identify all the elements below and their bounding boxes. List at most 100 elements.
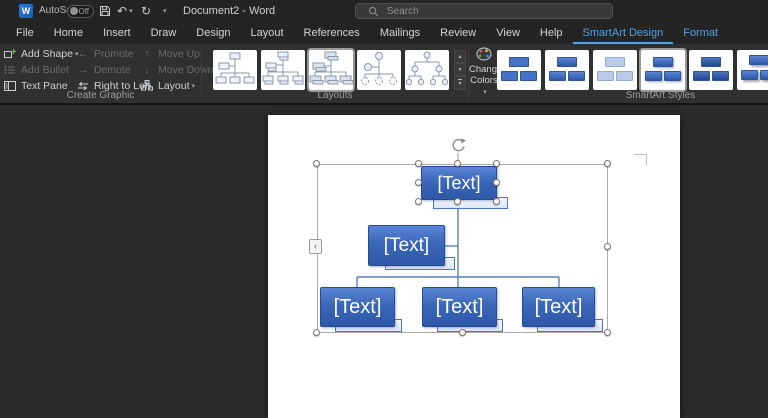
node-handle-left-mid[interactable] (415, 179, 422, 186)
layout-thumb-hierarchy-circles[interactable] (405, 50, 449, 90)
demote-button[interactable]: → Demote (76, 62, 131, 77)
node-text[interactable]: [Text] (437, 173, 480, 194)
ribbon-tab-bar: File Home Insert Draw Design Layout Refe… (0, 22, 768, 44)
gallery-scroll-down-button[interactable]: ▾ (454, 63, 466, 76)
chevron-down-icon: ▾ (163, 7, 167, 15)
layout-thumb-org-chart[interactable] (213, 50, 257, 90)
tab-mailings[interactable]: Mailings (370, 23, 430, 44)
layout-thumb-name-title-org-chart[interactable] (261, 50, 305, 90)
promote-label: Promote (94, 48, 134, 60)
style-preview-icon (605, 57, 625, 67)
layout-thumb-half-circle-org-chart[interactable] (309, 50, 353, 90)
undo-dropdown-icon[interactable]: ▾ (129, 7, 133, 15)
node-handle-bottom-right[interactable] (493, 198, 500, 205)
tab-format[interactable]: Format (673, 23, 728, 44)
add-shape-icon (4, 48, 16, 60)
smartart-node-assistant[interactable]: [Text] (368, 225, 445, 266)
node-handle-top-mid[interactable] (454, 160, 461, 167)
node-handle-bottom-mid[interactable] (454, 198, 461, 205)
add-shape-label: Add Shape (21, 48, 73, 60)
style-thumb-3[interactable] (593, 50, 637, 90)
autosave-toggle[interactable]: Off (67, 5, 94, 18)
node-handle-bottom-left[interactable] (415, 198, 422, 205)
toggle-knob-icon (70, 7, 78, 15)
group-label-create-graphic: Create Graphic (0, 90, 201, 101)
search-placeholder: Search (387, 6, 419, 17)
tab-help[interactable]: Help (530, 23, 573, 44)
org-chart-icon (213, 50, 257, 90)
frame-handle-top-left[interactable] (313, 160, 320, 167)
move-up-icon: ↑ (140, 48, 154, 60)
text-pane-toggle-button[interactable]: ‹ (309, 239, 322, 254)
style-preview-icon (557, 57, 577, 67)
smartart-node-subordinate-2[interactable]: [Text] (422, 287, 497, 327)
hierarchy-circles-icon (405, 50, 449, 90)
node-text[interactable]: [Text] (436, 296, 484, 319)
move-up-button[interactable]: ↑ Move Up (140, 46, 200, 61)
group-smartart-styles: Change Colors ▾ (469, 44, 768, 103)
frame-handle-bottom-left[interactable] (313, 329, 320, 336)
frame-handle-bottom-right[interactable] (604, 329, 611, 336)
ribbon: Add Shape ▾ ← Promote ↑ Move Up Add Bull… (0, 44, 768, 103)
tab-layout[interactable]: Layout (241, 23, 294, 44)
node-text[interactable]: [Text] (384, 235, 429, 257)
rotate-handle-icon[interactable] (450, 137, 467, 154)
margin-corner-mark (634, 154, 647, 165)
tab-references[interactable]: References (294, 23, 370, 44)
promote-icon: ← (76, 48, 90, 60)
document-page[interactable]: ‹ [Text] [Text] [Text] [Text] [Text] (268, 115, 680, 418)
change-colors-button[interactable]: Change Colors ▾ (469, 46, 499, 92)
style-thumb-4-selected[interactable] (641, 50, 685, 90)
style-thumb-2[interactable] (545, 50, 589, 90)
add-shape-button[interactable]: Add Shape ▾ (3, 46, 78, 61)
tab-home[interactable]: Home (44, 23, 93, 44)
node-handle-right-mid[interactable] (493, 179, 500, 186)
gallery-more-icon: ▾ (458, 79, 461, 87)
style-thumb-5[interactable] (689, 50, 733, 90)
smartart-node-manager[interactable]: [Text] (421, 166, 497, 200)
layout-thumb-circle-org-chart[interactable] (357, 50, 401, 90)
tab-insert[interactable]: Insert (93, 23, 141, 44)
style-thumb-1[interactable] (497, 50, 541, 90)
tab-smartart-design[interactable]: SmartArt Design (573, 23, 674, 44)
style-preview-icon (653, 57, 673, 67)
tab-draw[interactable]: Draw (141, 23, 187, 44)
node-handle-top-left[interactable] (415, 160, 422, 167)
style-thumb-6[interactable] (737, 50, 768, 90)
save-button[interactable] (99, 3, 111, 19)
frame-handle-right-mid[interactable] (604, 243, 611, 250)
circle-org-chart-icon (357, 50, 401, 90)
quick-access-more-button[interactable]: ▾ (161, 3, 167, 19)
tab-file[interactable]: File (6, 23, 44, 44)
smartart-node-subordinate-1[interactable]: [Text] (320, 287, 395, 327)
undo-button[interactable]: ↶ ▾ (117, 3, 133, 19)
frame-handle-top-right[interactable] (604, 160, 611, 167)
search-icon (368, 6, 379, 17)
tab-view[interactable]: View (486, 23, 530, 44)
smartart-node-subordinate-3[interactable]: [Text] (522, 287, 595, 327)
title-bar: W AutoSave Off ↶ ▾ ↻ ▾ Document2 - Word … (0, 0, 768, 22)
gallery-more-button[interactable]: ▾ (454, 76, 466, 90)
demote-label: Demote (94, 64, 131, 76)
change-colors-icon (476, 47, 492, 61)
redo-button[interactable]: ↻ (141, 3, 151, 19)
tab-design[interactable]: Design (186, 23, 240, 44)
node-text[interactable]: [Text] (535, 296, 583, 319)
style-preview-icon (749, 55, 768, 65)
layout-dropdown-icon[interactable]: ▾ (192, 82, 196, 90)
frame-handle-bottom-mid[interactable] (459, 329, 466, 336)
group-create-graphic: Add Shape ▾ ← Promote ↑ Move Up Add Bull… (0, 44, 201, 103)
demote-icon: → (76, 64, 90, 76)
text-pane-icon (4, 81, 16, 91)
node-text[interactable]: [Text] (334, 296, 382, 319)
promote-button[interactable]: ← Promote (76, 46, 134, 61)
style-preview-icon (701, 57, 721, 67)
document-area: ‹ [Text] [Text] [Text] [Text] [Text] (0, 103, 768, 418)
style-preview-icon (509, 57, 529, 67)
add-bullet-button[interactable]: Add Bullet (3, 62, 69, 77)
tab-review[interactable]: Review (430, 23, 486, 44)
search-input[interactable]: Search (355, 3, 613, 19)
document-title: Document2 - Word (183, 5, 275, 17)
node-handle-top-right[interactable] (493, 160, 500, 167)
gallery-scroll-up-button[interactable]: ▴ (454, 50, 466, 63)
